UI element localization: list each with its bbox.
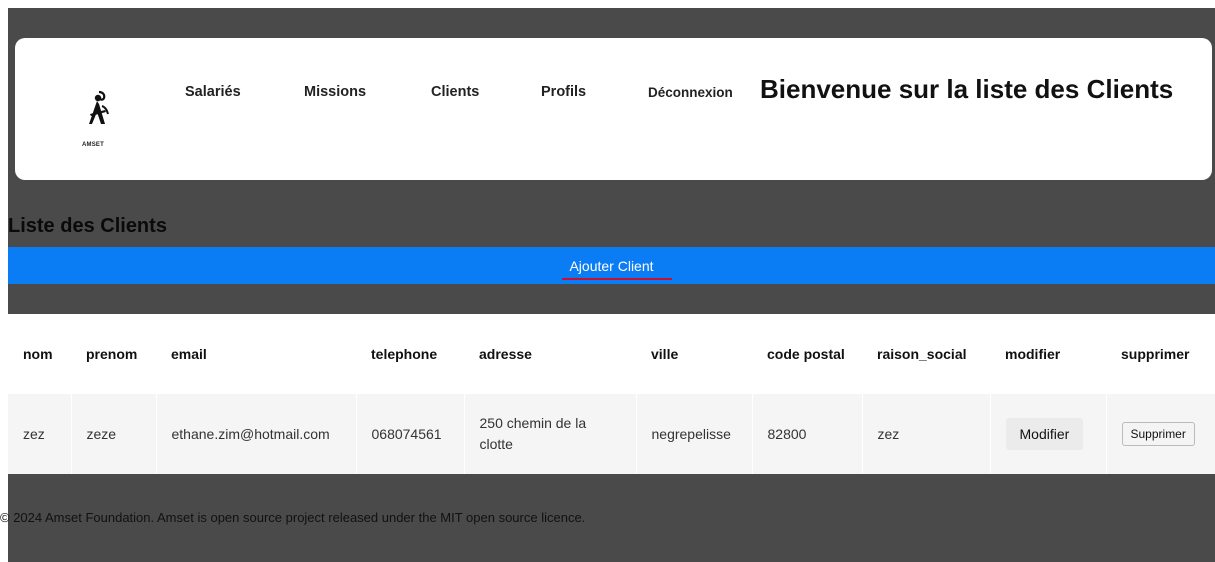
cell-nom: zez [8,394,71,474]
add-client-underline [562,278,672,280]
cell-prenom: zeze [70,394,156,474]
column-header-ville: ville [636,314,752,394]
amset-logo-icon[interactable] [77,88,117,128]
cell-ville: negrepelisse [635,394,752,474]
column-header-code-postal: code postal [752,314,862,394]
supprimer-button[interactable]: Supprimer [1121,422,1195,446]
cell-supprimer: Supprimer [1105,394,1215,474]
column-header-supprimer: supprimer [1106,314,1215,394]
nav-profils[interactable]: Profils [541,84,586,100]
add-client-bar: Ajouter Client [8,247,1215,284]
page-title: Bienvenue sur la liste des Clients [760,74,1174,104]
cell-adresse: 250 chemin de la clotte [463,394,636,474]
column-header-adresse: adresse [464,314,636,394]
table-header-row: nom prenom email telephone adresse ville… [8,314,1215,394]
nav-deconnexion[interactable]: Déconnexion [648,85,733,100]
modifier-button[interactable]: Modifier [1005,418,1084,450]
column-header-raison-social: raison_social [862,314,990,394]
cell-telephone: 068074561 [355,394,464,474]
column-header-modifier: modifier [990,314,1106,394]
cell-modifier: Modifier [989,394,1106,474]
nav-clients[interactable]: Clients [431,84,479,100]
cell-code-postal: 82800 [751,394,862,474]
column-header-email: email [156,314,356,394]
clients-table: nom prenom email telephone adresse ville… [8,314,1215,474]
nav-salaries[interactable]: Salariés [185,84,241,100]
table-row: zez zeze ethane.zim@hotmail.com 06807456… [8,394,1215,474]
cell-email: ethane.zim@hotmail.com [155,394,356,474]
logo-text: AMSET [82,142,104,148]
column-header-telephone: telephone [356,314,464,394]
column-header-nom: nom [8,314,71,394]
clients-table-wrapper: nom prenom email telephone adresse ville… [8,314,1215,474]
nav-missions[interactable]: Missions [304,84,366,100]
footer-text: © 2024 Amset Foundation. Amset is open s… [0,510,586,525]
column-header-prenom: prenom [71,314,156,394]
cell-raison-social: zez [861,394,990,474]
section-title: Liste des Clients [8,215,167,237]
site-header: AMSET Salariés Missions Clients Profils … [15,38,1212,180]
page-background: AMSET Salariés Missions Clients Profils … [0,8,1215,562]
